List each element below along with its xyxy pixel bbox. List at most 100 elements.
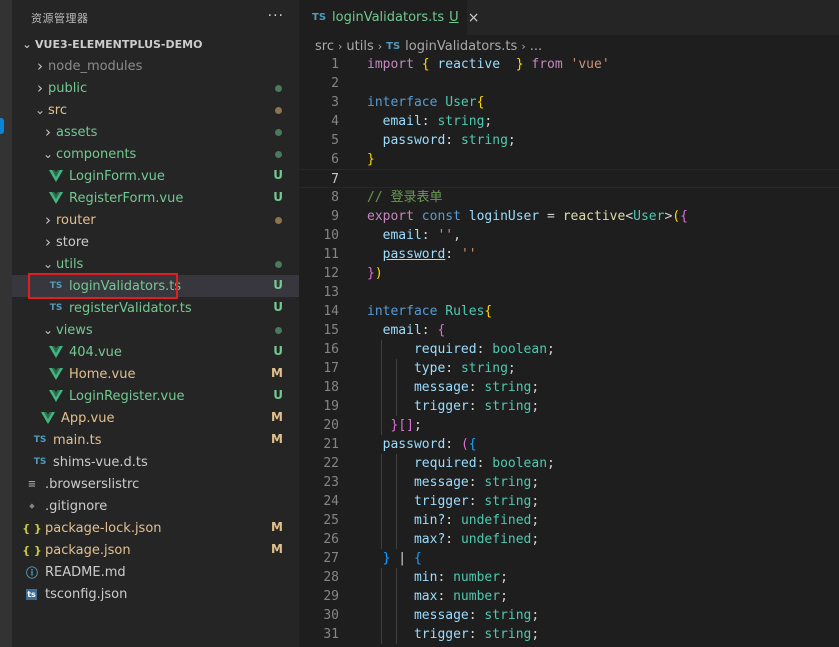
- code-line: 25 min?: undefined;: [299, 511, 839, 530]
- tree-item-loginvalidators-ts[interactable]: TS loginValidators.ts U: [12, 275, 299, 297]
- code-token: reactive: [437, 57, 501, 72]
- code-line: 9 export const loginUser = reactive<User>…: [299, 207, 839, 226]
- close-icon[interactable]: ×: [468, 10, 480, 26]
- tree-item-app-vue[interactable]: App.vue M: [12, 407, 299, 429]
- tree-item-views[interactable]: ⌄ views: [12, 319, 299, 341]
- tree-item-store[interactable]: › store: [12, 231, 299, 253]
- code-text: password: '': [367, 245, 477, 264]
- tree-item-package-json[interactable]: { } package.json M: [12, 539, 299, 561]
- line-number: 30: [323, 608, 339, 623]
- activity-indicator: [0, 118, 4, 134]
- code-line: 12}): [299, 264, 839, 283]
- tree-item-gitignore[interactable]: ◆ .gitignore: [12, 495, 299, 517]
- tree-item-loginregister-vue[interactable]: LoginRegister.vue U: [12, 385, 299, 407]
- code-token: =: [539, 209, 563, 224]
- chevron-right-icon: ›: [45, 233, 51, 251]
- breadcrumb: src › utils › TS loginValidators.ts › ..…: [315, 36, 542, 56]
- breadcrumb-symbol[interactable]: ...: [530, 39, 542, 54]
- code-text: trigger: string;: [367, 397, 539, 416]
- tree-item-components[interactable]: ⌄ components: [12, 143, 299, 165]
- code-text: }): [367, 264, 383, 283]
- code-token: ;: [531, 399, 540, 414]
- code-token: }: [367, 266, 375, 281]
- tree-item-label: node_modules: [48, 58, 143, 74]
- code-line: 8 // 登录表单: [299, 188, 839, 207]
- tree-item-404-vue[interactable]: 404.vue U: [12, 341, 299, 363]
- tree-item-label: loginValidators.ts: [69, 278, 182, 294]
- chevron-right-icon: ›: [521, 39, 526, 53]
- tree-item-registerform-vue[interactable]: RegisterForm.vue U: [12, 187, 299, 209]
- vue-icon: [48, 192, 64, 204]
- tree-item-loginform-vue[interactable]: LoginForm.vue U: [12, 165, 299, 187]
- tree-item-registervalidator-ts[interactable]: TS registerValidator.ts U: [12, 297, 299, 319]
- code-token: min?: [413, 513, 446, 528]
- line-number: 16: [323, 342, 339, 357]
- tree-item-router[interactable]: › router: [12, 209, 299, 231]
- tree-item-home-vue[interactable]: Home.vue M: [12, 363, 299, 385]
- code-text: email: '',: [367, 226, 461, 245]
- activity-bar: [0, 0, 12, 647]
- code-token: :: [468, 494, 485, 509]
- chevron-down-icon: ⌄: [42, 257, 54, 271]
- code-text: import { reactive } from 'vue': [367, 55, 610, 74]
- code-token: :: [476, 342, 493, 357]
- tree-item-label: LoginForm.vue: [69, 168, 165, 184]
- tree-item-utils[interactable]: ⌄ utils: [12, 253, 299, 275]
- code-line: 1 import { reactive } from 'vue': [299, 55, 839, 74]
- code-token: string: [484, 627, 532, 642]
- tree-item-assets[interactable]: › assets: [12, 121, 299, 143]
- tree-item-main-ts[interactable]: TS main.ts M: [12, 429, 299, 451]
- tree-item-public[interactable]: › public: [12, 77, 299, 99]
- code-token: :: [445, 532, 461, 547]
- code-line: 6}: [299, 150, 839, 169]
- code-text: trigger: string;: [367, 625, 539, 644]
- line-number: 20: [323, 418, 339, 433]
- code-token: from: [531, 57, 563, 72]
- tree-item-node-modules[interactable]: › node_modules: [12, 55, 299, 77]
- line-number: 14: [323, 304, 339, 319]
- tree-item-src[interactable]: ⌄ src: [12, 99, 299, 121]
- code-token: email: [382, 228, 422, 243]
- tree-item-tsconfig-json[interactable]: ts tsconfig.json: [12, 583, 299, 605]
- code-token: number: [453, 570, 501, 585]
- tree-item-shims-vue-d-ts[interactable]: TS shims-vue.d.ts: [12, 451, 299, 473]
- tree-item-readme-md[interactable]: ⓘ README.md: [12, 561, 299, 583]
- code-editor[interactable]: 1 import { reactive } from 'vue' 2 3 interfa…: [299, 55, 839, 647]
- code-token: ,: [453, 228, 461, 243]
- breadcrumb-file[interactable]: loginValidators.ts: [405, 39, 517, 54]
- code-line: 18 message: string;: [299, 378, 839, 397]
- code-token: :: [437, 570, 454, 585]
- tree-item-browserslistrc[interactable]: ≡ .browserslistrc: [12, 473, 299, 495]
- line-number: 24: [323, 494, 339, 509]
- tree-item-label: shims-vue.d.ts: [53, 454, 148, 470]
- code-token: {: [484, 304, 493, 319]
- code-text: email: string;: [367, 112, 493, 131]
- code-token: undefined: [460, 513, 532, 528]
- code-token: string: [484, 380, 532, 395]
- typescript-icon: TS: [33, 457, 47, 467]
- line-number: 5: [331, 133, 339, 148]
- code-text: }: [367, 150, 375, 169]
- more-actions-icon[interactable]: ···: [268, 8, 284, 24]
- code-text: } | {: [367, 549, 422, 568]
- explorer-header: 资源管理器 ···: [12, 0, 299, 35]
- code-line: 11 password: '': [299, 245, 839, 264]
- breadcrumb-utils[interactable]: utils: [346, 39, 373, 54]
- breadcrumb-src[interactable]: src: [315, 39, 334, 54]
- git-status-dot: [275, 217, 282, 224]
- vue-icon: [48, 390, 64, 402]
- workspace-root[interactable]: ⌄ VUE3-ELEMENTPLUS-DEMO: [12, 33, 299, 55]
- code-token: message: [413, 608, 469, 623]
- code-token: :: [476, 456, 493, 471]
- tree-item-label: tsconfig.json: [45, 586, 128, 602]
- tree-item-label: router: [56, 212, 96, 228]
- code-token: string: [460, 361, 508, 376]
- tab-login-validators[interactable]: TS loginValidators.ts U ×: [299, 0, 479, 35]
- code-token: :: [445, 247, 461, 262]
- code-token: (: [460, 437, 469, 452]
- tree-item-package-lock-json[interactable]: { } package-lock.json M: [12, 517, 299, 539]
